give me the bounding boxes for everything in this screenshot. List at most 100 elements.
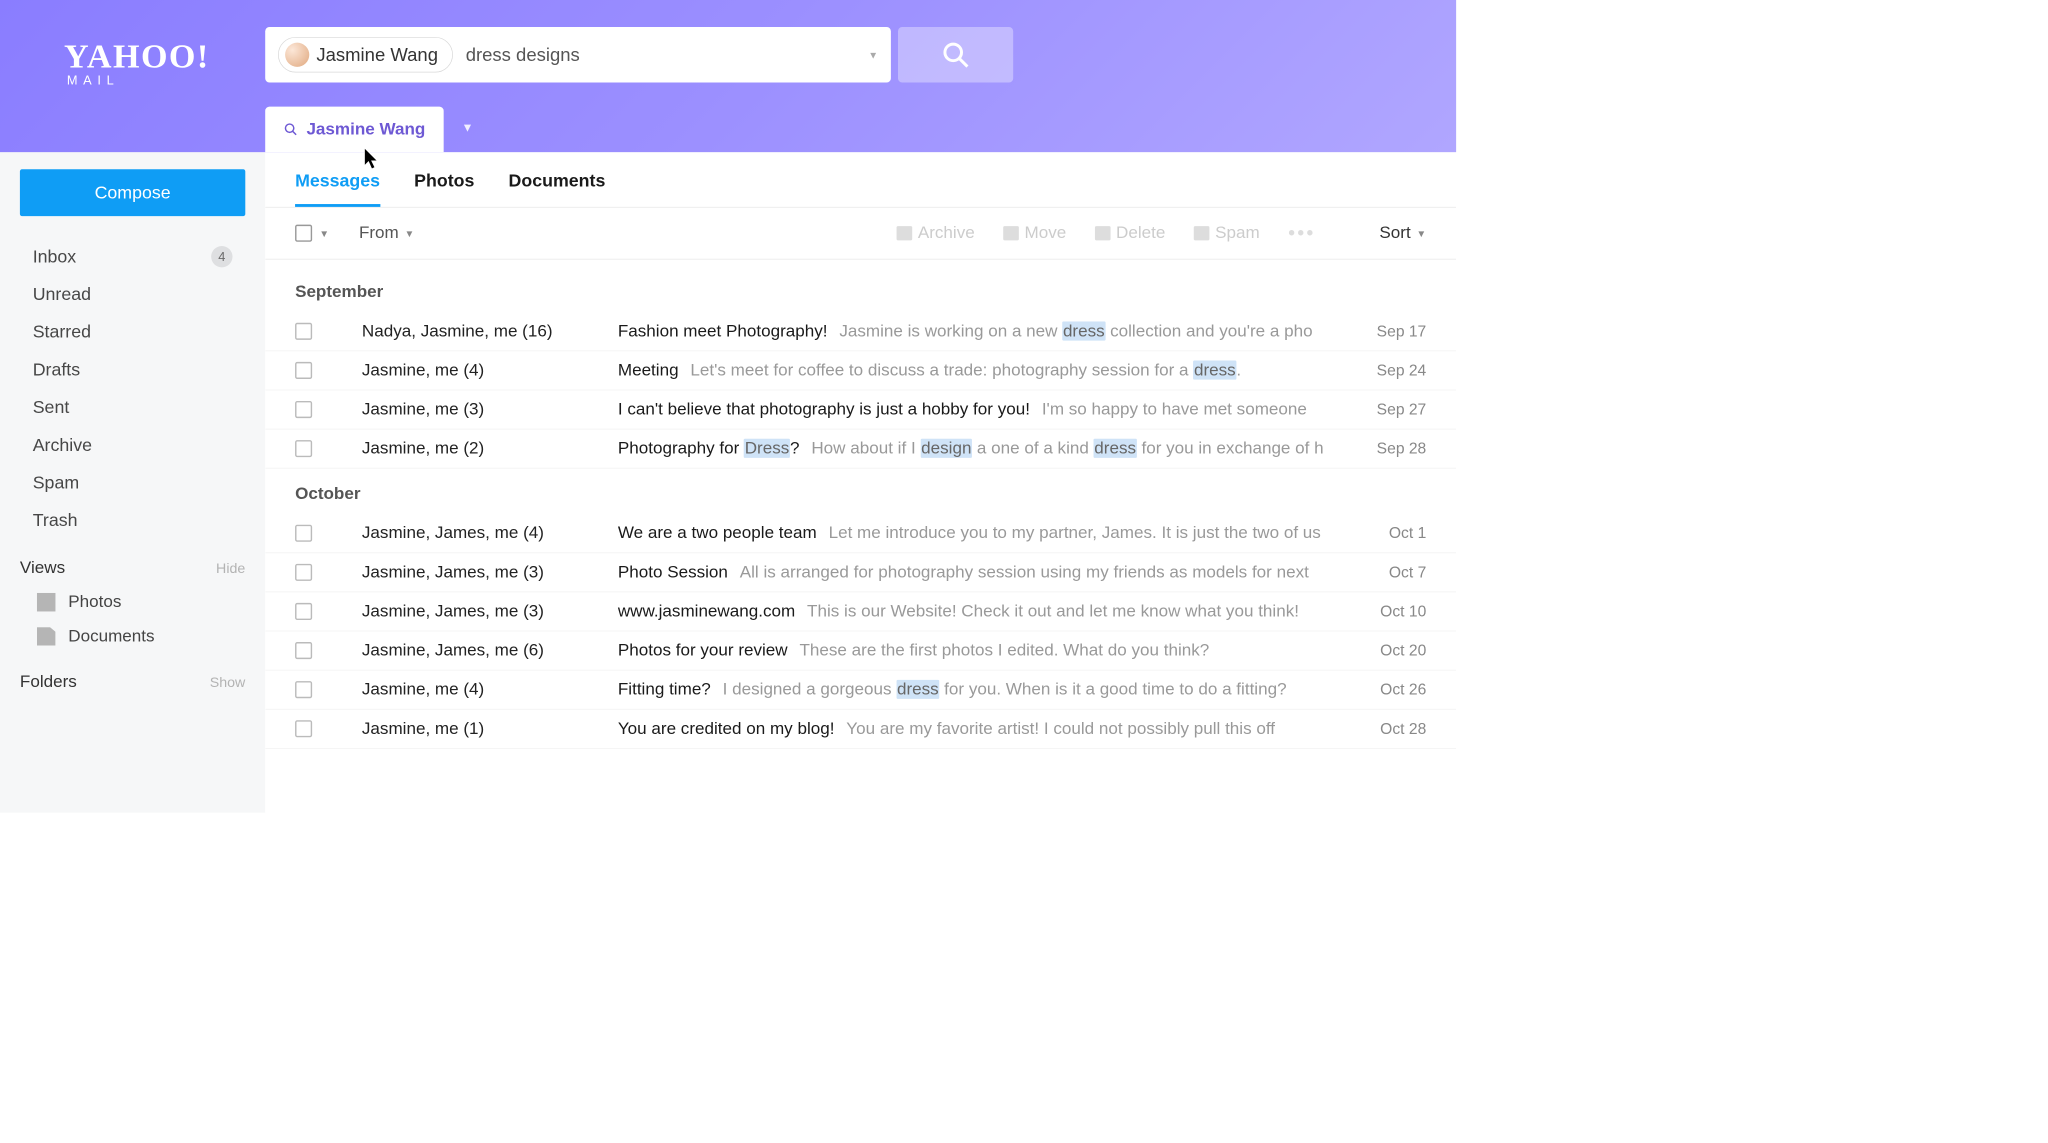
message-subject: We are a two people team [618, 523, 817, 542]
message-checkbox[interactable] [295, 401, 312, 418]
message-preview: Let's meet for coffee to discuss a trade… [690, 360, 1241, 379]
message-preview: You are my favorite artist! I could not … [846, 719, 1275, 738]
message-checkbox[interactable] [295, 720, 312, 737]
sidebar-item-inbox[interactable]: Inbox4 [0, 237, 265, 275]
message-body: Fashion meet Photography! Jasmine is wor… [618, 321, 1347, 341]
tab-photos[interactable]: Photos [414, 171, 474, 207]
message-subject: Meeting [618, 360, 679, 379]
message-list[interactable]: September Nadya, Jasmine, me (16) Fashio… [265, 260, 1456, 813]
sidebar-item-starred[interactable]: Starred [0, 314, 265, 352]
delete-button[interactable]: Delete [1095, 223, 1166, 243]
message-checkbox[interactable] [295, 642, 312, 659]
message-row[interactable]: Jasmine, James, me (3) www.jasminewang.c… [265, 592, 1456, 631]
message-checkbox[interactable] [295, 440, 312, 457]
chip-name: Jasmine Wang [316, 44, 438, 66]
photo-icon [37, 593, 55, 611]
message-from: Jasmine, James, me (4) [362, 523, 618, 543]
message-date: Oct 28 [1361, 720, 1426, 738]
document-icon [37, 627, 55, 645]
message-from: Jasmine, me (4) [362, 360, 618, 380]
views-hide[interactable]: Hide [216, 561, 245, 577]
spam-icon [1194, 226, 1210, 240]
message-row[interactable]: Jasmine, me (4) Fitting time? I designed… [265, 670, 1456, 709]
search-button[interactable] [898, 27, 1013, 82]
sidebar-item-trash[interactable]: Trash [0, 502, 265, 540]
message-preview: How about if I design a one of a kind dr… [811, 439, 1323, 458]
tab-documents[interactable]: Documents [509, 171, 606, 207]
message-preview: All is arranged for photography session … [740, 562, 1309, 581]
message-preview: I'm so happy to have met someone [1042, 400, 1307, 419]
sidebar-item-archive[interactable]: Archive [0, 427, 265, 465]
message-body: Fitting time? I designed a gorgeous dres… [618, 680, 1347, 700]
message-row[interactable]: Jasmine, James, me (4) We are a two peop… [265, 514, 1456, 553]
search-icon [284, 122, 298, 136]
view-item-documents[interactable]: Documents [0, 619, 265, 653]
archive-button[interactable]: Archive [897, 223, 975, 243]
folders-section: Folders Show [0, 653, 265, 699]
view-item-photos[interactable]: Photos [0, 585, 265, 619]
message-row[interactable]: Jasmine, me (4) Meeting Let's meet for c… [265, 351, 1456, 390]
sidebar-item-unread[interactable]: Unread [0, 276, 265, 314]
sidebar-item-sent[interactable]: Sent [0, 389, 265, 427]
message-row[interactable]: Jasmine, James, me (3) Photo Session All… [265, 553, 1456, 592]
chevron-down-icon: ▼ [404, 228, 414, 239]
message-checkbox[interactable] [295, 681, 312, 698]
sidebar-item-drafts[interactable]: Drafts [0, 351, 265, 389]
message-date: Oct 1 [1361, 524, 1426, 542]
chevron-down-icon: ▼ [1416, 228, 1426, 239]
message-from: Jasmine, me (2) [362, 439, 618, 459]
spam-button[interactable]: Spam [1194, 223, 1260, 243]
filter-tab-label: Jasmine Wang [306, 119, 425, 139]
views-section: Views Hide [0, 540, 265, 586]
message-subject: I can't believe that photography is just… [618, 400, 1030, 419]
message-from: Jasmine, James, me (6) [362, 641, 618, 661]
move-icon [1003, 226, 1019, 240]
message-date: Sep 27 [1361, 400, 1426, 418]
sidebar: Compose Inbox4UnreadStarredDraftsSentArc… [0, 152, 265, 813]
message-date: Oct 7 [1361, 563, 1426, 581]
message-checkbox[interactable] [295, 603, 312, 620]
filter-dropdown-caret[interactable]: ▼ [461, 121, 473, 135]
select-all-checkbox[interactable] [295, 225, 312, 242]
logo-brand: YAHOO! [64, 37, 210, 76]
message-row[interactable]: Jasmine, James, me (6) Photos for your r… [265, 631, 1456, 670]
message-date: Oct 20 [1361, 641, 1426, 659]
message-row[interactable]: Jasmine, me (1) You are credited on my b… [265, 710, 1456, 749]
avatar [285, 43, 309, 67]
content-tabs: Messages Photos Documents [265, 152, 1456, 207]
archive-icon [897, 226, 913, 240]
folders-show[interactable]: Show [210, 675, 246, 691]
more-actions[interactable]: ••• [1288, 222, 1315, 245]
sidebar-item-spam[interactable]: Spam [0, 464, 265, 502]
message-checkbox[interactable] [295, 362, 312, 379]
search-icon [941, 41, 969, 69]
search-filter-tab[interactable]: Jasmine Wang [265, 107, 444, 153]
message-preview: This is our Website! Check it out and le… [807, 602, 1299, 621]
sort-button[interactable]: Sort ▼ [1379, 223, 1426, 243]
message-body: Photos for your review These are the fir… [618, 641, 1347, 661]
message-date: Oct 26 [1361, 680, 1426, 698]
message-row[interactable]: Jasmine, me (3) I can't believe that pho… [265, 390, 1456, 429]
message-row[interactable]: Jasmine, me (2) Photography for Dress? H… [265, 429, 1456, 468]
compose-button[interactable]: Compose [20, 169, 245, 216]
tab-messages[interactable]: Messages [295, 171, 380, 207]
app-header: YAHOO! MAIL Jasmine Wang ▼ Jasmine Wang … [0, 0, 1456, 152]
message-from: Jasmine, James, me (3) [362, 602, 618, 622]
folders-label: Folders [20, 672, 77, 692]
search-person-chip[interactable]: Jasmine Wang [278, 37, 453, 73]
logo: YAHOO! MAIL [64, 37, 210, 88]
message-checkbox[interactable] [295, 525, 312, 542]
message-body: I can't believe that photography is just… [618, 400, 1347, 420]
search-dropdown-caret[interactable]: ▼ [868, 49, 878, 60]
search-bar[interactable]: Jasmine Wang ▼ [265, 27, 891, 82]
from-filter[interactable]: From ▼ [359, 223, 414, 243]
message-checkbox[interactable] [295, 564, 312, 581]
message-subject: Photos for your review [618, 641, 788, 660]
message-preview: These are the first photos I edited. Wha… [799, 641, 1209, 660]
message-row[interactable]: Nadya, Jasmine, me (16) Fashion meet Pho… [265, 312, 1456, 351]
move-button[interactable]: Move [1003, 223, 1066, 243]
group-header: September [265, 267, 1456, 313]
message-checkbox[interactable] [295, 323, 312, 340]
select-dropdown-caret[interactable]: ▼ [319, 228, 329, 239]
search-input[interactable] [466, 44, 859, 66]
